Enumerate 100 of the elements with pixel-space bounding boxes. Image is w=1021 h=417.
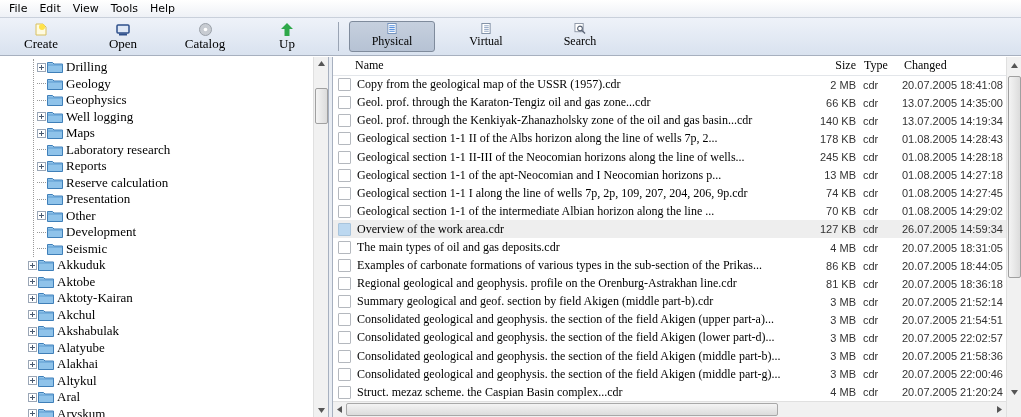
- checkbox[interactable]: [337, 277, 351, 291]
- menu-item[interactable]: Edit: [34, 2, 66, 15]
- expand-icon[interactable]: [28, 359, 37, 369]
- folder-icon: [47, 61, 63, 74]
- menu-item[interactable]: Help: [144, 2, 181, 15]
- file-name: Overview of the work area.cdr: [357, 221, 504, 237]
- folder-label[interactable]: Drilling: [66, 59, 108, 76]
- folder-label[interactable]: Alakhai: [57, 356, 99, 373]
- folder-label[interactable]: Development: [66, 224, 137, 241]
- checkbox[interactable]: [337, 295, 351, 309]
- checkbox[interactable]: [337, 385, 351, 399]
- file-type: cdr: [863, 96, 879, 109]
- open-button[interactable]: Open: [82, 18, 164, 55]
- expand-icon[interactable]: [28, 277, 37, 287]
- scroll-down-arrow-icon[interactable]: [1010, 390, 1018, 395]
- scroll-thumb[interactable]: [346, 403, 778, 417]
- folder-label[interactable]: Geology: [66, 75, 111, 92]
- expand-icon[interactable]: [37, 211, 46, 221]
- file-date: 01.08.2005 14:28:18: [902, 151, 1003, 164]
- checkbox[interactable]: [337, 204, 351, 218]
- folder-label[interactable]: Akshabulak: [57, 323, 120, 340]
- scroll-right-arrow-icon[interactable]: [997, 406, 1002, 414]
- file-size: 178 KB: [819, 132, 856, 145]
- checkbox[interactable]: [337, 186, 351, 200]
- file-size: 66 KB: [826, 96, 856, 109]
- expand-icon[interactable]: [28, 260, 37, 270]
- checkbox[interactable]: [337, 259, 351, 273]
- checkbox[interactable]: [337, 313, 351, 327]
- new-document-icon: [35, 23, 47, 36]
- checkbox[interactable]: [337, 349, 351, 363]
- folder-label[interactable]: Geophysics: [66, 92, 127, 109]
- expand-icon[interactable]: [28, 376, 37, 386]
- checkbox[interactable]: [337, 78, 351, 92]
- folder-label[interactable]: Reports: [66, 158, 107, 175]
- scroll-up-arrow-icon[interactable]: [317, 61, 325, 66]
- checkbox[interactable]: [337, 114, 351, 128]
- file-size: 70 KB: [826, 205, 856, 218]
- scroll-up-arrow-icon[interactable]: [1010, 63, 1018, 68]
- folder-label[interactable]: Aktobe: [57, 273, 96, 290]
- checkbox[interactable]: [337, 96, 351, 110]
- checkbox[interactable]: [337, 222, 351, 236]
- folder-label[interactable]: Well logging: [66, 108, 134, 125]
- file-size: 86 KB: [826, 259, 856, 272]
- expand-icon[interactable]: [37, 161, 46, 171]
- file-date: 20.07.2005 18:31:05: [902, 241, 1003, 254]
- create-button[interactable]: Create: [0, 18, 82, 55]
- folder-label[interactable]: Maps: [66, 125, 95, 142]
- expand-icon[interactable]: [28, 343, 37, 353]
- checkbox[interactable]: [337, 241, 351, 254]
- scrollbar[interactable]: [313, 57, 328, 417]
- file-name: Consolidated geological and geophysis. the section of the field Akigen (middle part-b)...: [357, 348, 781, 364]
- folder-icon: [38, 292, 54, 305]
- folder-label[interactable]: Other: [66, 207, 96, 224]
- menu-item[interactable]: View: [67, 2, 104, 15]
- folder-label[interactable]: Akkuduk: [57, 257, 106, 274]
- expand-icon[interactable]: [37, 112, 46, 122]
- scroll-left-arrow-icon[interactable]: [337, 406, 342, 414]
- vertical-scrollbar[interactable]: [1006, 57, 1021, 417]
- file-type: cdr: [863, 386, 879, 399]
- folder-label[interactable]: Akchul: [57, 306, 96, 323]
- file-name: Geological section 1-1 of the apt-Neocomian and I Neocomian horizons p...: [357, 167, 722, 183]
- menu-item[interactable]: Tools: [105, 2, 143, 15]
- view-tab[interactable]: Search: [537, 21, 623, 52]
- scroll-thumb[interactable]: [314, 88, 328, 124]
- horizontal-scrollbar[interactable]: [333, 401, 1006, 417]
- checkbox[interactable]: [337, 132, 351, 146]
- expand-icon[interactable]: [28, 310, 37, 320]
- folder-label[interactable]: Laboratory research: [66, 141, 171, 158]
- scroll-thumb[interactable]: [1007, 76, 1021, 278]
- checkbox[interactable]: [337, 331, 351, 345]
- column-header[interactable]: Type: [856, 58, 890, 74]
- file-size: 3 MB: [830, 350, 856, 363]
- view-tab[interactable]: Virtual: [443, 21, 529, 52]
- up-button[interactable]: Up: [246, 18, 328, 55]
- column-header[interactable]: Size: [806, 58, 856, 74]
- expand-icon[interactable]: [28, 326, 37, 336]
- expand-icon[interactable]: [28, 293, 37, 303]
- folder-label[interactable]: Aral: [57, 389, 81, 406]
- folder-label[interactable]: Altykul: [57, 372, 97, 389]
- view-tab[interactable]: Physical: [349, 21, 435, 52]
- folder-label[interactable]: Reserve calculation: [66, 174, 169, 191]
- menu-item[interactable]: File: [4, 2, 33, 15]
- column-header[interactable]: Changed: [890, 58, 1006, 74]
- file-date: 20.07.2005 22:00:46: [902, 368, 1003, 381]
- scroll-down-arrow-icon[interactable]: [317, 408, 325, 413]
- column-header[interactable]: Name: [355, 58, 806, 74]
- expand-icon[interactable]: [28, 392, 37, 402]
- checkbox[interactable]: [337, 367, 351, 381]
- folder-label[interactable]: Seismic: [66, 240, 108, 257]
- folder-label[interactable]: Alatyube: [57, 339, 105, 356]
- expand-icon[interactable]: [37, 128, 46, 138]
- expand-icon[interactable]: [28, 409, 37, 417]
- folder-icon: [47, 176, 63, 189]
- checkbox[interactable]: [337, 168, 351, 182]
- folder-label[interactable]: Arvskum: [57, 405, 106, 417]
- catalog-button[interactable]: Catalog: [164, 18, 246, 55]
- folder-label[interactable]: Aktoty-Kairan: [57, 290, 133, 307]
- folder-label[interactable]: Presentation: [66, 191, 131, 208]
- checkbox[interactable]: [337, 150, 351, 164]
- expand-icon[interactable]: [37, 62, 46, 72]
